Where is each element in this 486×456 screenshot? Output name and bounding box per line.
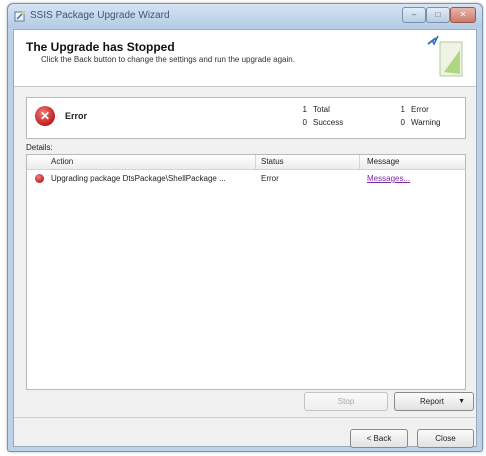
close-icon: ✕ <box>459 10 467 19</box>
row-status: Error <box>261 174 279 183</box>
page-title: The Upgrade has Stopped <box>26 40 175 54</box>
wizard-client-area: The Upgrade has Stopped Click the Back b… <box>13 29 477 448</box>
success-count-label: Success <box>313 118 344 127</box>
error-icon: ✕ <box>35 106 55 126</box>
minimize-button[interactable]: – <box>402 7 426 23</box>
back-button[interactable]: < Back <box>350 429 408 448</box>
column-header-status[interactable]: Status <box>261 157 284 166</box>
table-row[interactable]: Upgrading package DtsPackage\ShellPackag… <box>27 171 465 187</box>
total-count-value: 1 <box>302 105 307 114</box>
column-header-action[interactable]: Action <box>51 157 73 166</box>
success-count: 0 Success <box>297 118 344 127</box>
total-count-label: Total <box>313 105 330 114</box>
summary-status-label: Error <box>65 111 88 121</box>
title-bar[interactable]: SSIS Package Upgrade Wizard – □ ✕ <box>8 4 482 28</box>
error-icon <box>35 174 44 183</box>
row-messages-link[interactable]: Messages... <box>367 174 410 183</box>
column-divider <box>255 155 256 169</box>
row-action: Upgrading package DtsPackage\ShellPackag… <box>51 174 226 183</box>
column-header-message[interactable]: Message <box>367 157 399 166</box>
wizard-app-icon <box>14 11 25 22</box>
page-subtitle: Click the Back button to change the sett… <box>41 55 295 64</box>
maximize-icon: □ <box>435 10 441 19</box>
wizard-window: SSIS Package Upgrade Wizard – □ ✕ The Up… <box>7 3 483 452</box>
warning-count: 0 Warning <box>395 118 441 127</box>
minimize-icon: – <box>411 10 417 19</box>
error-count-label: Error <box>411 105 429 114</box>
details-grid[interactable]: Action Status Message Upgrading package … <box>26 154 466 390</box>
report-button[interactable]: Report ▼ <box>394 392 474 411</box>
stop-button[interactable]: Stop <box>304 392 388 411</box>
column-divider <box>359 155 360 169</box>
close-button[interactable]: Close <box>417 429 474 448</box>
warning-count-label: Warning <box>411 118 441 127</box>
footer-divider <box>14 417 476 418</box>
details-grid-header: Action Status Message <box>27 155 465 170</box>
error-count: 1 Error <box>395 105 429 114</box>
report-button-label: Report <box>420 397 445 406</box>
maximize-button[interactable]: □ <box>426 7 450 23</box>
window-title: SSIS Package Upgrade Wizard <box>30 10 170 21</box>
warning-count-value: 0 <box>400 118 405 127</box>
details-label: Details: <box>26 143 53 152</box>
close-window-button[interactable]: ✕ <box>450 7 476 23</box>
dropdown-arrow-icon: ▼ <box>458 398 465 405</box>
success-count-value: 0 <box>302 118 307 127</box>
wizard-banner-icon <box>427 35 463 77</box>
error-count-value: 1 <box>400 105 405 114</box>
wizard-header: The Upgrade has Stopped Click the Back b… <box>14 30 476 87</box>
upgrade-summary-panel: ✕ Error 1 Total 0 Success 1 Error 0 Warning <box>26 97 466 139</box>
total-count: 1 Total <box>297 105 330 114</box>
